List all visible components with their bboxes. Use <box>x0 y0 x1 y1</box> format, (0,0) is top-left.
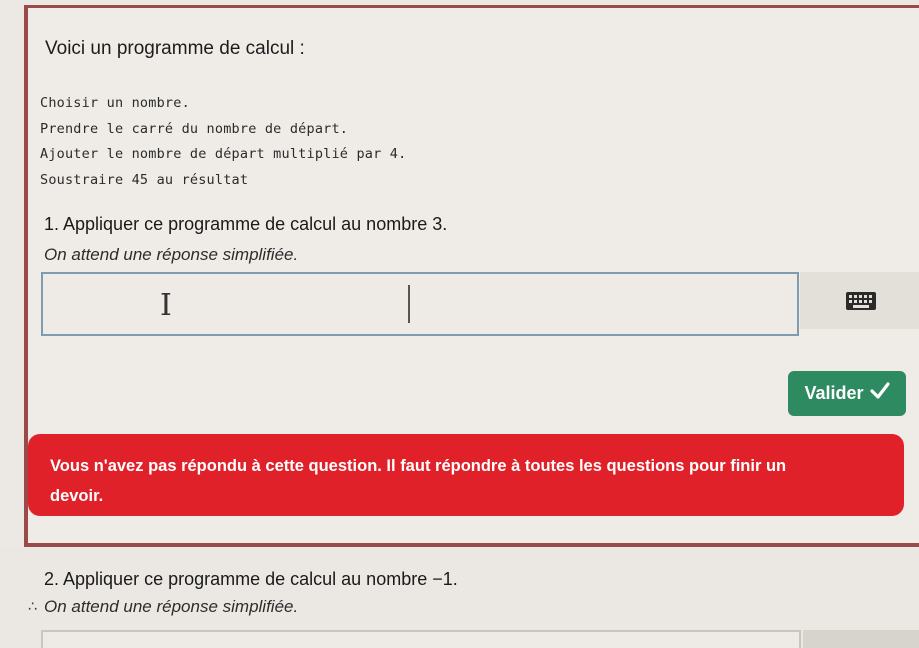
program-line-4: Soustraire 45 au résultat <box>40 172 249 188</box>
question-1-hint: On attend une réponse simplifiée. <box>44 245 299 264</box>
program-line-1: Choisir un nombre. <box>40 95 190 111</box>
question-2-title: 2. Appliquer ce programme de calcul au n… <box>44 569 458 589</box>
error-message: Vous n'avez pas répondu à cette question… <box>28 434 904 516</box>
answer-input-1[interactable] <box>41 272 799 336</box>
answer-input-2[interactable] <box>41 630 801 648</box>
input-side-panel-2 <box>803 630 919 648</box>
error-message-line-2: devoir. <box>50 487 104 505</box>
error-message-line-1: Vous n'avez pas répondu à cette question… <box>50 457 787 475</box>
input-caret <box>408 285 410 323</box>
bullet-dots-icon: ∴ <box>28 598 37 614</box>
text-cursor-icon: I <box>160 288 172 323</box>
exercise-page: Voici un programme de calcul : Choisir u… <box>0 0 919 648</box>
intro-text: Voici un programme de calcul : <box>45 38 305 59</box>
checkmark-icon <box>869 382 890 405</box>
validate-button[interactable]: Valider <box>788 371 906 416</box>
program-line-2: Prendre le carré du nombre de départ. <box>40 121 349 137</box>
validate-button-label: Valider <box>804 383 864 403</box>
program-line-3: Ajouter le nombre de départ multiplié pa… <box>40 146 407 162</box>
question-2-hint: On attend une réponse simplifiée. <box>44 597 299 616</box>
question-1-title: 1. Appliquer ce programme de calcul au n… <box>44 214 448 234</box>
keyboard-icon[interactable] <box>845 290 877 312</box>
